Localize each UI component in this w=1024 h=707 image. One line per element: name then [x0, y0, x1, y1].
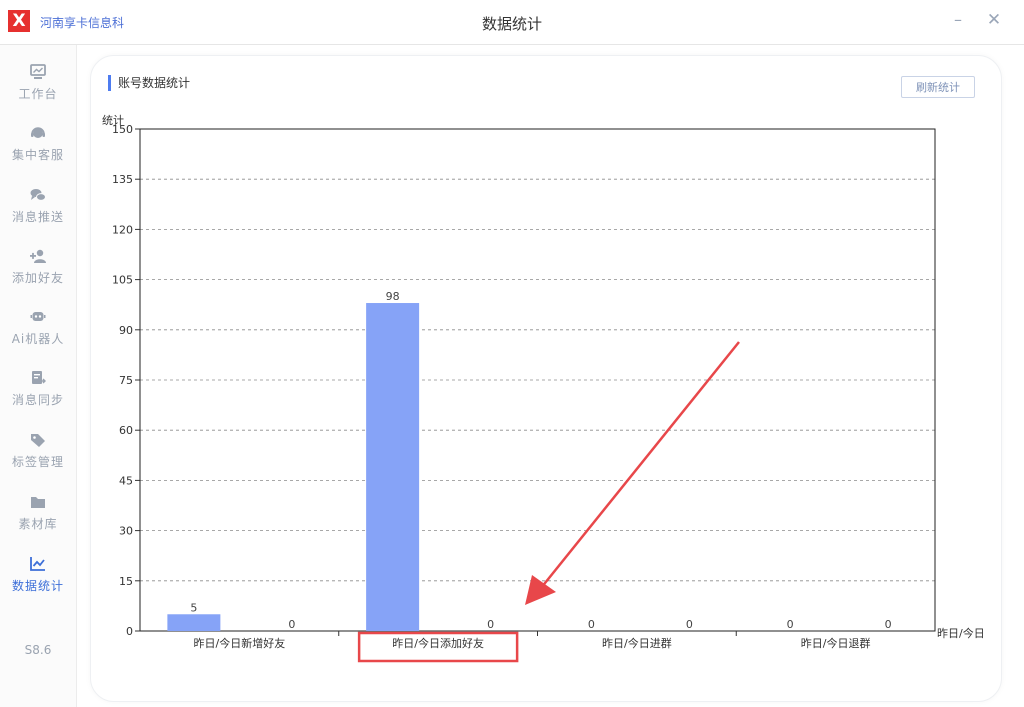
data-label: 0: [686, 618, 693, 631]
x-tick-label: 昨日/今日进群: [602, 636, 672, 650]
data-label: 98: [386, 290, 400, 303]
bar-chart: 0153045607590105120135150统计昨日/今日昨日/今日新增好…: [102, 114, 985, 663]
y-tick-label: 135: [112, 173, 133, 186]
y-tick-label: 30: [119, 525, 133, 538]
x-tick-label: 昨日/今日新增好友: [194, 636, 286, 650]
annotation-arrow: [540, 341, 740, 589]
data-label: 0: [288, 618, 295, 631]
data-label: 0: [588, 618, 595, 631]
x-tick-label: 昨日/今日退群: [801, 636, 871, 650]
y-tick-label: 75: [119, 374, 133, 387]
annotation-arrow-head: [525, 575, 556, 605]
y-tick-label: 105: [112, 274, 133, 287]
y-axis-label: 统计: [102, 114, 124, 127]
y-tick-label: 90: [119, 324, 133, 337]
bar: [167, 614, 221, 631]
y-tick-label: 15: [119, 575, 133, 588]
y-tick-label: 60: [119, 424, 133, 437]
data-label: 0: [487, 618, 494, 631]
x-axis-label: 昨日/今日: [937, 626, 985, 640]
y-tick-label: 0: [126, 625, 133, 638]
y-tick-label: 45: [119, 474, 133, 487]
y-tick-label: 120: [112, 223, 133, 236]
data-label: 0: [885, 618, 892, 631]
data-label: 5: [190, 601, 197, 614]
x-tick-label: 昨日/今日添加好友: [392, 636, 484, 650]
data-label: 0: [787, 618, 794, 631]
bar: [366, 303, 420, 631]
